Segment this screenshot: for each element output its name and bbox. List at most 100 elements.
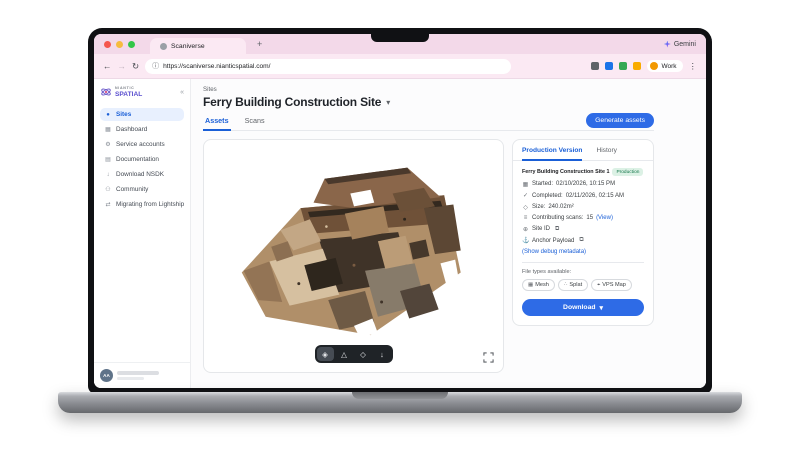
sidebar-item-sites[interactable]: ● Sites — [100, 108, 184, 121]
field-anchor-payload: ⚓ Anchor Payload ⧉ — [522, 237, 644, 244]
sidebar: NIANTIC SPATIAL « ● Sites ▦ Dashboard — [94, 79, 191, 388]
field-started: ▦ Started: 02/10/2026, 10:15 PM — [522, 181, 644, 188]
field-completed: ✓ Completed: 02/11/2026, 02:15 AM — [522, 192, 644, 199]
minimize-window-button[interactable] — [116, 41, 123, 48]
copy-icon[interactable]: ⧉ — [555, 226, 559, 233]
breadcrumb[interactable]: Sites — [203, 86, 654, 93]
generate-assets-button[interactable]: Generate assets — [586, 113, 654, 128]
profile-chip[interactable]: Work — [647, 60, 682, 72]
app-logo: NIANTIC SPATIAL « — [100, 86, 184, 98]
field-value: 02/11/2026, 02:15 AM — [566, 193, 624, 199]
field-value: 02/10/2026, 10:15 PM — [556, 181, 615, 187]
map-pin-icon: ⌖ — [597, 282, 600, 289]
migrate-icon: ⇄ — [104, 201, 112, 208]
layers-icon: ≡ — [522, 215, 529, 221]
sidebar-item-label: Migrating from Lightship — [116, 201, 184, 208]
address-bar[interactable]: ⓘ https://scaniverse.nianticspatial.com/ — [145, 59, 511, 74]
sidebar-item-migrating[interactable]: ⇄ Migrating from Lightship — [100, 198, 184, 211]
field-label: Anchor Payload — [532, 238, 574, 244]
user-avatar: AA — [100, 369, 113, 382]
reload-button[interactable]: ↻ — [132, 62, 139, 71]
zoom-window-button[interactable] — [128, 41, 135, 48]
file-type-mesh[interactable]: ▦ Mesh — [522, 279, 555, 291]
field-value: 15 — [586, 215, 593, 221]
mesh-tool-button[interactable]: ◈ — [317, 347, 334, 361]
copy-icon[interactable]: ⧉ — [579, 237, 583, 244]
download-button[interactable]: Download ▾ — [522, 299, 644, 316]
file-type-splat[interactable]: ∴ Splat — [558, 279, 588, 291]
main-content: Sites Ferry Building Construction Site ▾… — [191, 79, 706, 388]
tab-assets[interactable]: Assets — [203, 116, 231, 131]
sidebar-item-download-nsdk[interactable]: ↓ Download NSDK — [100, 168, 184, 181]
sidebar-nav: ● Sites ▦ Dashboard ⚙ Service accounts — [100, 108, 184, 211]
browser-tab[interactable]: Scaniverse — [150, 38, 246, 54]
forward-button[interactable]: → — [118, 62, 127, 71]
tab-title: Scaniverse — [171, 43, 205, 50]
laptop-screen: Scaniverse + Gemini ← → ↻ ⓘ https://scan… — [88, 28, 712, 394]
desktop-background: Scaniverse + Gemini ← → ↻ ⓘ https://scan… — [0, 0, 800, 450]
tab-production-version[interactable]: Production Version — [522, 147, 582, 161]
extension-icon[interactable] — [605, 62, 613, 70]
back-button[interactable]: ← — [103, 62, 112, 71]
field-label: Completed: — [532, 193, 563, 199]
new-tab-button[interactable]: + — [257, 39, 262, 49]
gemini-button[interactable]: Gemini — [664, 41, 696, 48]
sidebar-item-community[interactable]: ⚇ Community — [100, 183, 184, 196]
logo-atom-icon — [100, 86, 112, 98]
anchor-icon: ⚓ — [522, 237, 529, 244]
sidebar-item-documentation[interactable]: ▤ Documentation — [100, 153, 184, 166]
camera-notch — [371, 34, 429, 42]
fullscreen-icon[interactable] — [483, 352, 494, 363]
laptop-base — [58, 392, 742, 413]
gemini-label: Gemini — [674, 41, 696, 48]
url-text: https://scaniverse.nianticspatial.com/ — [163, 63, 270, 70]
close-window-button[interactable] — [104, 41, 111, 48]
file-type-chips: ▦ Mesh ∴ Splat ⌖ VPS Map — [522, 279, 644, 291]
sidebar-item-label: Documentation — [116, 156, 159, 163]
document-icon: ▤ — [104, 156, 112, 163]
field-contributing-scans: ≡ Contributing scans: 15 (View) — [522, 215, 644, 221]
sidebar-item-service-accounts[interactable]: ⚙ Service accounts — [100, 138, 184, 151]
dashboard-icon: ▦ — [104, 126, 112, 133]
chip-label: VPS Map — [602, 282, 626, 288]
tab-scans[interactable]: Scans — [243, 116, 267, 130]
show-debug-metadata-link[interactable]: (Show debug metadata) — [522, 249, 644, 255]
splat-icon: ∴ — [564, 282, 568, 288]
download-chevron-icon: ▾ — [600, 304, 603, 312]
title-chevron-icon[interactable]: ▾ — [386, 98, 390, 107]
download-tool-button[interactable]: ↓ — [374, 347, 391, 361]
field-site-id: ⊕ Site ID ⧉ — [522, 226, 644, 233]
user-account[interactable]: AA — [94, 362, 190, 388]
tab-history[interactable]: History — [596, 147, 617, 160]
field-label: Started: — [532, 181, 553, 187]
orbit-tool-button[interactable]: △ — [336, 347, 353, 361]
browser-toolbar: ← → ↻ ⓘ https://scaniverse.nianticspatia… — [94, 54, 706, 79]
extension-icon[interactable] — [633, 62, 641, 70]
sidebar-item-label: Service accounts — [116, 141, 165, 148]
file-type-vps-map[interactable]: ⌖ VPS Map — [591, 279, 632, 291]
splat-tool-button[interactable]: ◇ — [355, 347, 372, 361]
check-icon: ✓ — [522, 192, 529, 199]
site-info-icon[interactable]: ⓘ — [152, 61, 159, 71]
field-label: Contributing scans: — [532, 215, 583, 221]
3d-viewer-card: ◈ △ ◇ ↓ — [203, 139, 504, 373]
browser-menu-icon[interactable]: ⋮ — [689, 62, 698, 71]
divider — [522, 262, 644, 263]
sidebar-item-label: Sites — [116, 111, 131, 118]
scan-render[interactable] — [216, 154, 492, 358]
extension-icon[interactable] — [619, 62, 627, 70]
gear-icon: ⚙ — [104, 141, 112, 148]
profile-avatar — [650, 62, 658, 70]
field-value: 240.02m² — [548, 204, 573, 210]
sidebar-item-label: Dashboard — [116, 126, 147, 133]
tab-favicon-icon — [160, 43, 167, 50]
sidebar-item-dashboard[interactable]: ▦ Dashboard — [100, 123, 184, 136]
extensions-puzzle-icon[interactable] — [591, 62, 599, 70]
gemini-spark-icon — [664, 41, 671, 48]
sidebar-collapse-icon[interactable]: « — [180, 89, 184, 96]
viewer-toolbar: ◈ △ ◇ ↓ — [315, 345, 393, 363]
version-name: Ferry Building Construction Site 1 — [522, 169, 609, 175]
page-title: Ferry Building Construction Site — [203, 95, 381, 109]
view-scans-link[interactable]: (View) — [596, 215, 613, 221]
community-icon: ⚇ — [104, 186, 112, 193]
